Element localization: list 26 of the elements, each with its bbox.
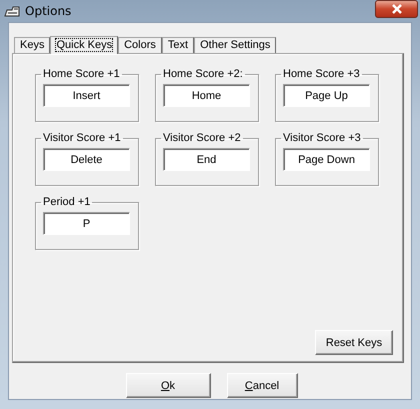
key-field[interactable]: Page Up [283, 84, 370, 107]
tab[interactable]: Quick Keys [50, 36, 118, 54]
key-field[interactable]: Delete [43, 148, 130, 171]
window-title: Options [25, 4, 72, 18]
group-label: Home Score +2: [162, 68, 244, 80]
tab[interactable]: Keys [14, 37, 50, 53]
group-label: Home Score +3 [282, 68, 361, 80]
key-field[interactable]: Home [163, 84, 250, 107]
key-field[interactable]: Insert [43, 84, 130, 107]
tab[interactable]: Colors [118, 37, 162, 53]
ok-button[interactable]: Ok [126, 373, 210, 398]
group-label: Visitor Score +2 [162, 132, 242, 144]
close-icon [390, 4, 402, 14]
close-button[interactable] [375, 0, 418, 18]
key-field[interactable]: End [163, 148, 250, 171]
group-label: Visitor Score +3 [282, 132, 362, 144]
group-label: Period +1 [42, 196, 92, 208]
group-label: Visitor Score +1 [42, 132, 122, 144]
tab[interactable]: Text [162, 37, 194, 53]
key-field[interactable]: Page Down [283, 148, 370, 171]
key-field[interactable]: P [43, 212, 130, 235]
app-icon [4, 5, 20, 17]
reset-keys-button[interactable]: Reset Keys [315, 330, 393, 355]
tab[interactable]: Other Settings [194, 37, 276, 53]
group-label: Home Score +1 [42, 68, 121, 80]
cancel-button[interactable]: Cancel [226, 373, 298, 398]
